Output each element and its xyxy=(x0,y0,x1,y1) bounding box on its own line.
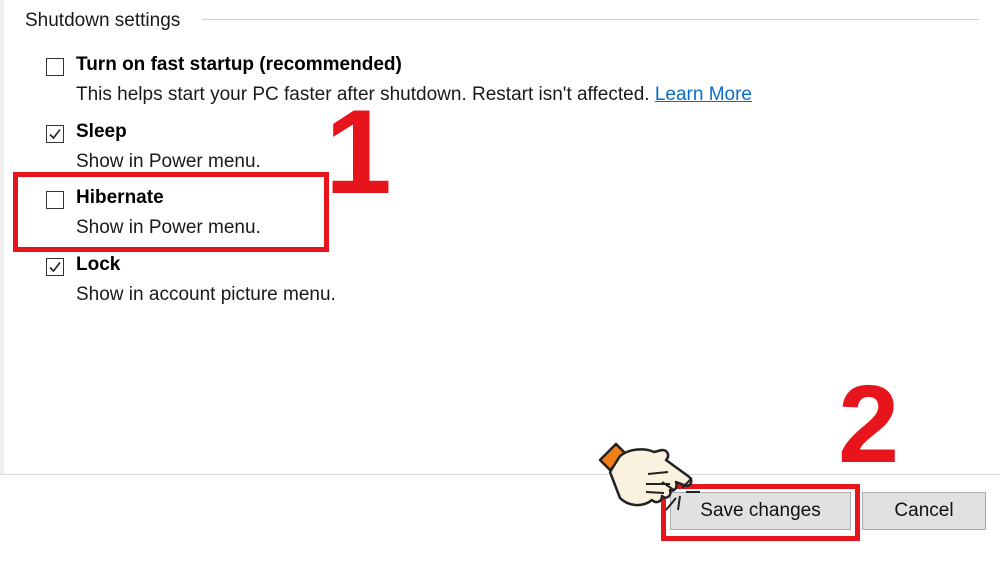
step-1-number: 1 xyxy=(325,85,392,219)
hibernate-highlight-box xyxy=(13,172,329,252)
fast-startup-label: Turn on fast startup (recommended) xyxy=(76,54,402,75)
lock-description: Show in account picture menu. xyxy=(76,284,336,305)
checkmark-icon xyxy=(49,129,61,140)
sleep-checkbox[interactable] xyxy=(46,125,64,143)
checkmark-icon xyxy=(49,262,61,273)
group-title: Shutdown settings xyxy=(25,10,181,31)
step-2-number: 2 xyxy=(838,363,900,486)
sleep-label: Sleep xyxy=(76,121,127,142)
fast-startup-checkbox[interactable] xyxy=(46,58,64,76)
pointing-hand-icon xyxy=(598,442,700,511)
cancel-button[interactable]: Cancel xyxy=(862,492,986,530)
fast-startup-description: This helps start your PC faster after sh… xyxy=(76,84,752,106)
sleep-description: Show in Power menu. xyxy=(76,151,261,172)
window-edge xyxy=(0,0,4,474)
lock-checkbox[interactable] xyxy=(46,258,64,276)
lock-label: Lock xyxy=(76,254,121,275)
learn-more-link[interactable]: Learn More xyxy=(655,84,752,105)
group-divider xyxy=(202,19,979,20)
